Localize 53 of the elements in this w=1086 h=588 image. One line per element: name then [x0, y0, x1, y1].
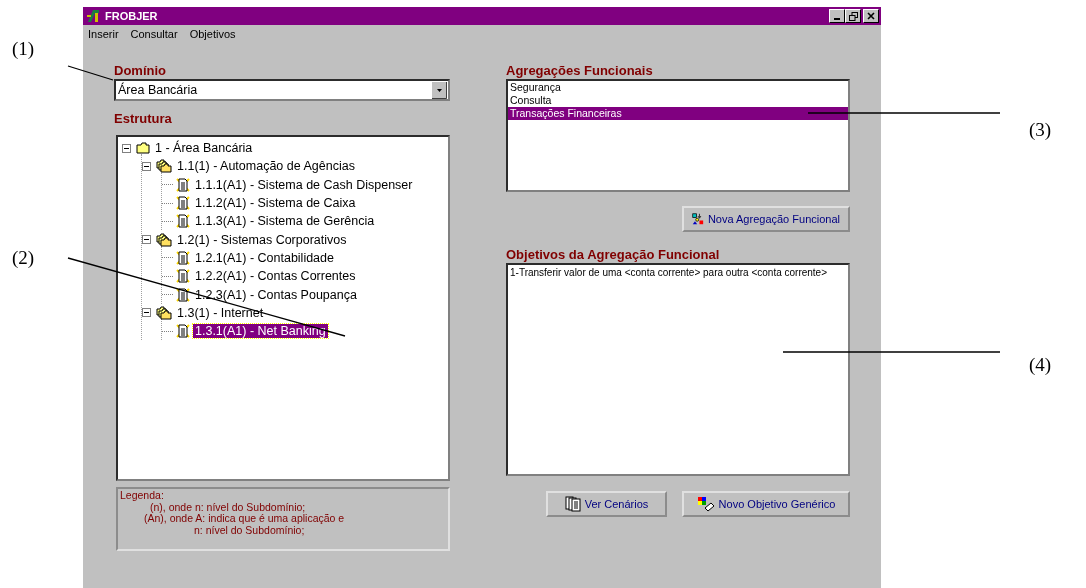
- tree-item[interactable]: 1.3(1) - Internet: [175, 305, 266, 320]
- folders-icon: [156, 305, 172, 320]
- objectives-field[interactable]: 1-Transferir valor de uma <conta corrente> para outra <conta corrente>: [506, 263, 850, 476]
- tree-item[interactable]: 1.3.1(A1) - Net Banking: [193, 324, 328, 339]
- section-label: Domínio: [114, 63, 167, 78]
- tree-item[interactable]: 1.1.3(A1) - Sistema de Gerência: [193, 214, 377, 229]
- list-item[interactable]: Segurança: [508, 81, 848, 94]
- window-title: FROBJER: [105, 10, 158, 22]
- documents-icon: [564, 496, 581, 512]
- menu-item[interactable]: Objetivos: [189, 28, 236, 40]
- tree-item[interactable]: 1.1.1(A1) - Sistema de Cash Dispenser: [193, 177, 415, 192]
- folder-icon: [136, 142, 150, 155]
- app-icon: [86, 9, 102, 23]
- callout-number: (1): [12, 38, 35, 60]
- section-label: Objetivos da Agregação Funcional: [506, 247, 721, 262]
- legend-text: (n), onde n: nível do Subdomínio;: [150, 501, 306, 513]
- list-item[interactable]: Consulta: [508, 94, 848, 107]
- collapse-icon[interactable]: [142, 235, 153, 245]
- tree-item[interactable]: 1.1.2(A1) - Sistema de Caixa: [193, 196, 358, 211]
- legend-text: n: nível do Subdomínio;: [193, 524, 305, 536]
- scenarios-button[interactable]: Ver Cenários: [546, 491, 667, 517]
- section-label: Estrutura: [114, 111, 173, 126]
- close-icon: [867, 12, 875, 20]
- folders-icon: [156, 232, 172, 247]
- close-button[interactable]: [863, 9, 879, 23]
- minimize-button[interactable]: [829, 9, 845, 23]
- tree-item[interactable]: 1.2.1(A1) - Contabilidade: [193, 250, 336, 265]
- domain-dropdown[interactable]: Área Bancária: [114, 79, 450, 101]
- collapse-icon[interactable]: [122, 143, 133, 153]
- tree-item[interactable]: 1.1(1) - Automação de Agências: [175, 159, 357, 174]
- section-label: Agregações Funcionais: [506, 63, 654, 78]
- callout-number: (3): [1029, 119, 1052, 141]
- list-item[interactable]: Transações Financeiras: [508, 107, 848, 120]
- leader-line: [67, 65, 114, 81]
- legend-text: Legenda:: [120, 490, 164, 502]
- collapse-icon[interactable]: [142, 308, 153, 318]
- restore-button[interactable]: [845, 9, 861, 23]
- shapes-icon: [692, 211, 704, 227]
- menu-item[interactable]: Inserir: [88, 28, 119, 40]
- callout-number: (2): [12, 247, 35, 269]
- tree-item[interactable]: 1.2(1) - Sistemas Corporativos: [175, 232, 349, 247]
- objective-button[interactable]: Novo Objetivo Genérico: [682, 491, 850, 517]
- legend-text: (An), onde A: indica que é uma aplicação e: [143, 513, 345, 525]
- menu-item[interactable]: Consultar: [130, 28, 178, 40]
- callout-number: (4): [1029, 354, 1052, 376]
- dropdown-arrow-icon[interactable]: [432, 81, 447, 99]
- tree-item[interactable]: 1.2.3(A1) - Contas Poupança: [193, 287, 359, 302]
- tree-item[interactable]: 1.2.2(A1) - Contas Correntes: [193, 269, 358, 284]
- collapse-icon[interactable]: [142, 161, 153, 171]
- new-aggregation-button[interactable]: Nova Agregação Funcional: [682, 206, 850, 232]
- folders-icon: [156, 159, 172, 174]
- restore-icon: [848, 11, 858, 21]
- tree-item[interactable]: 1 - Área Bancária: [153, 141, 255, 156]
